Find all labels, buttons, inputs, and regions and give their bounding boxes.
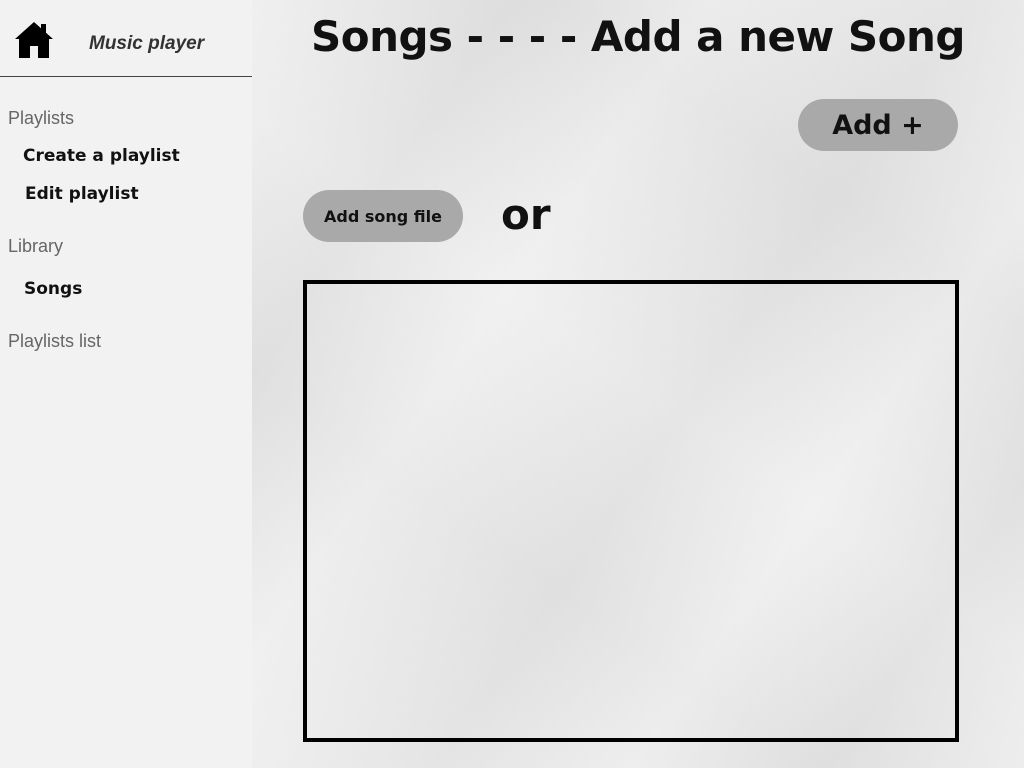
home-icon[interactable] — [14, 20, 54, 60]
app-title: Music player — [89, 33, 205, 54]
add-button[interactable]: Add + — [798, 99, 958, 151]
sidebar: Music player Playlists Create a playlist… — [0, 0, 252, 768]
or-label: or — [501, 190, 551, 239]
sidebar-header: Music player — [0, 0, 252, 77]
sidebar-item-playlists-list[interactable]: Playlists list — [8, 331, 101, 352]
add-song-file-button[interactable]: Add song file — [303, 190, 463, 242]
page-title: Songs - - - - Add a new Song — [310, 12, 966, 61]
section-label-library[interactable]: Library — [8, 236, 63, 257]
section-label-playlists[interactable]: Playlists — [8, 108, 74, 129]
sidebar-item-songs[interactable]: Songs — [24, 279, 82, 299]
sidebar-item-create-playlist[interactable]: Create a playlist — [23, 146, 180, 166]
song-drop-zone[interactable] — [303, 280, 959, 742]
sidebar-item-edit-playlist[interactable]: Edit playlist — [25, 184, 139, 204]
